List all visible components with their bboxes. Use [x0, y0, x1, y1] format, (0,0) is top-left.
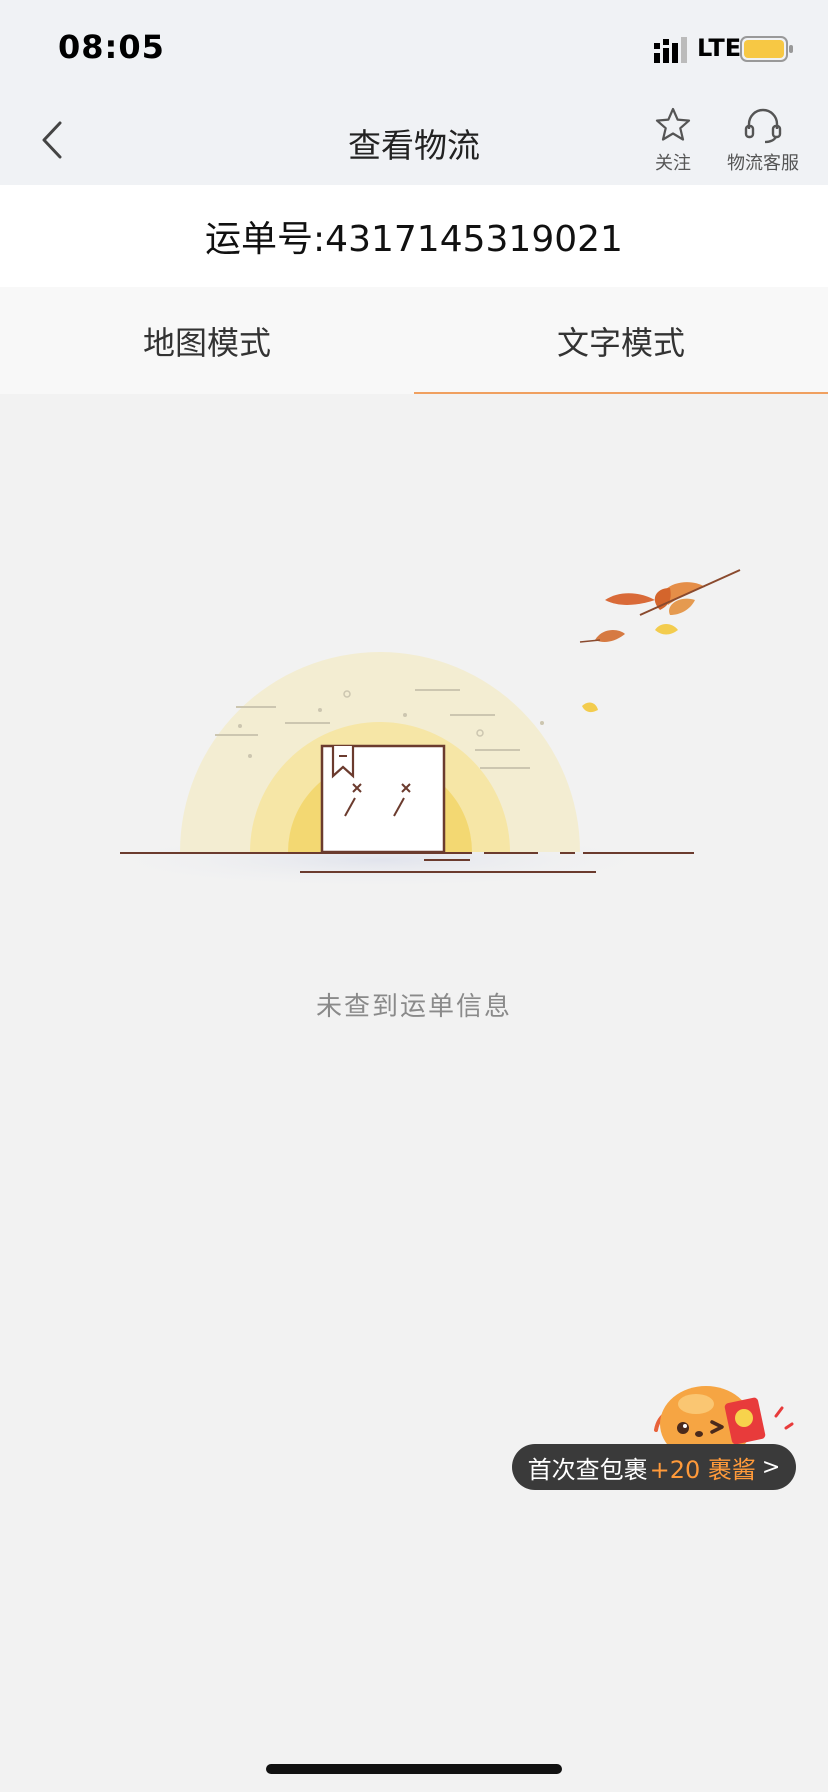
- status-time: 08:05: [58, 28, 165, 66]
- chevron-right-icon: >: [761, 1454, 781, 1480]
- promo-prefix: 首次查包裹: [527, 1455, 648, 1484]
- battery-icon: [740, 36, 793, 62]
- empty-state-message: 未查到运单信息: [315, 992, 512, 1022]
- mode-tabs: 地图模式 文字模式: [0, 287, 828, 394]
- promo-bonus: +20 裹酱: [649, 1455, 756, 1484]
- nav-header: 查看物流 关注 物流客服: [0, 95, 828, 185]
- tab-map-mode[interactable]: 地图模式: [0, 287, 414, 394]
- star-icon: [655, 107, 691, 141]
- service-label: 物流客服: [727, 153, 799, 174]
- waybill-number: 运单号:4317145319021: [0, 185, 828, 287]
- leaf-icon: [605, 569, 741, 635]
- status-bar: 08:05 LTE: [0, 0, 828, 95]
- first-query-promo[interactable]: 首次查包裹 +20 裹酱 >: [512, 1378, 796, 1490]
- promo-pill[interactable]: 首次查包裹 +20 裹酱 >: [512, 1444, 796, 1490]
- follow-button[interactable]: 关注: [628, 105, 718, 175]
- home-indicator: [266, 1764, 562, 1774]
- empty-package-illustration: [80, 569, 741, 890]
- signal-icon: [654, 37, 687, 63]
- follow-label: 关注: [655, 153, 691, 174]
- network-type: LTE: [697, 34, 742, 62]
- mascot-icon: [654, 1386, 794, 1450]
- tab-text-mode[interactable]: 文字模式: [414, 287, 828, 394]
- logistics-service-button[interactable]: 物流客服: [718, 105, 808, 175]
- headset-icon: [744, 108, 782, 144]
